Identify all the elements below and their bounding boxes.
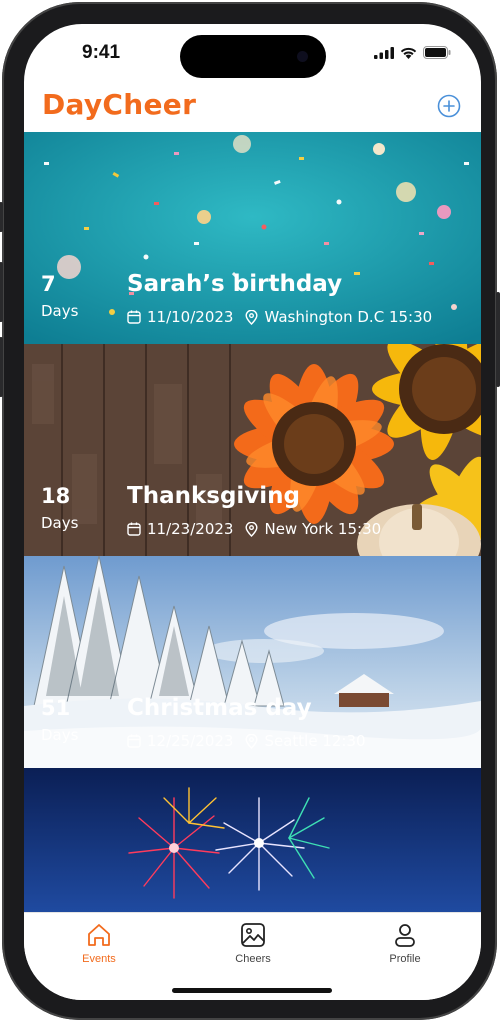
event-meta: 12/25/2023 Seattle 12:30	[127, 732, 366, 750]
tab-bar: Events Cheers Profile	[24, 912, 481, 1000]
days-count: 51	[41, 696, 71, 720]
days-count: 7	[41, 272, 56, 296]
home-indicator	[172, 988, 332, 993]
tab-label: Cheers	[235, 953, 271, 965]
event-location: New York 15:30	[264, 520, 382, 538]
image-icon	[241, 923, 265, 947]
dynamic-island	[180, 35, 326, 78]
days-label: Days	[41, 302, 79, 320]
volume-up-button	[0, 262, 3, 322]
battery-icon	[423, 46, 451, 59]
location-pin-icon	[245, 521, 258, 537]
event-meta: 11/23/2023 New York 15:30	[127, 520, 381, 538]
event-date: 11/23/2023	[147, 520, 234, 538]
status-icons	[374, 46, 451, 59]
event-card[interactable]: 51 Days Christmas day 12/25/2023 Seattle…	[24, 556, 481, 768]
screen: 9:41 DayCheer 7 Days Sarah’s birthday 11…	[24, 24, 481, 1000]
event-image-fireworks	[24, 768, 481, 912]
app-header: DayCheer	[24, 84, 481, 132]
event-date: 11/10/2023	[147, 308, 234, 326]
silent-switch	[0, 202, 3, 232]
wifi-icon	[400, 47, 417, 59]
tab-label: Profile	[389, 953, 421, 965]
location-pin-icon	[245, 309, 258, 325]
event-card[interactable]	[24, 768, 481, 912]
plus-circle-icon[interactable]	[437, 94, 461, 118]
days-label: Days	[41, 726, 79, 744]
event-location: Washington D.C 15:30	[264, 308, 433, 326]
event-date: 12/25/2023	[147, 732, 234, 750]
power-button	[496, 292, 500, 387]
event-title: Thanksgiving	[127, 483, 301, 509]
event-card[interactable]: 7 Days Sarah’s birthday 11/10/2023 Washi…	[24, 132, 481, 344]
volume-down-button	[0, 337, 3, 397]
tab-events[interactable]: Events	[54, 921, 144, 965]
app-logo: DayCheer	[42, 88, 197, 121]
event-title: Christmas day	[127, 695, 312, 721]
phone-frame: 9:41 DayCheer 7 Days Sarah’s birthday 11…	[0, 2, 500, 1020]
days-count: 18	[41, 484, 71, 508]
cellular-signal-icon	[374, 46, 394, 59]
calendar-icon	[127, 310, 141, 324]
days-label: Days	[41, 514, 79, 532]
event-card[interactable]: 18 Days Thanksgiving 11/23/2023 New York…	[24, 344, 481, 556]
tab-label: Events	[82, 953, 116, 965]
person-icon	[395, 924, 415, 947]
calendar-icon	[127, 522, 141, 536]
event-location: Seattle 12:30	[264, 732, 366, 750]
event-title: Sarah’s birthday	[127, 271, 343, 297]
status-time: 9:41	[82, 42, 121, 63]
calendar-icon	[127, 734, 141, 748]
location-pin-icon	[245, 733, 258, 749]
status-bar: 9:41	[24, 24, 481, 84]
tab-profile[interactable]: Profile	[360, 921, 450, 965]
home-icon	[88, 924, 110, 946]
tab-cheers[interactable]: Cheers	[208, 921, 298, 965]
event-meta: 11/10/2023 Washington D.C 15:30	[127, 308, 432, 326]
